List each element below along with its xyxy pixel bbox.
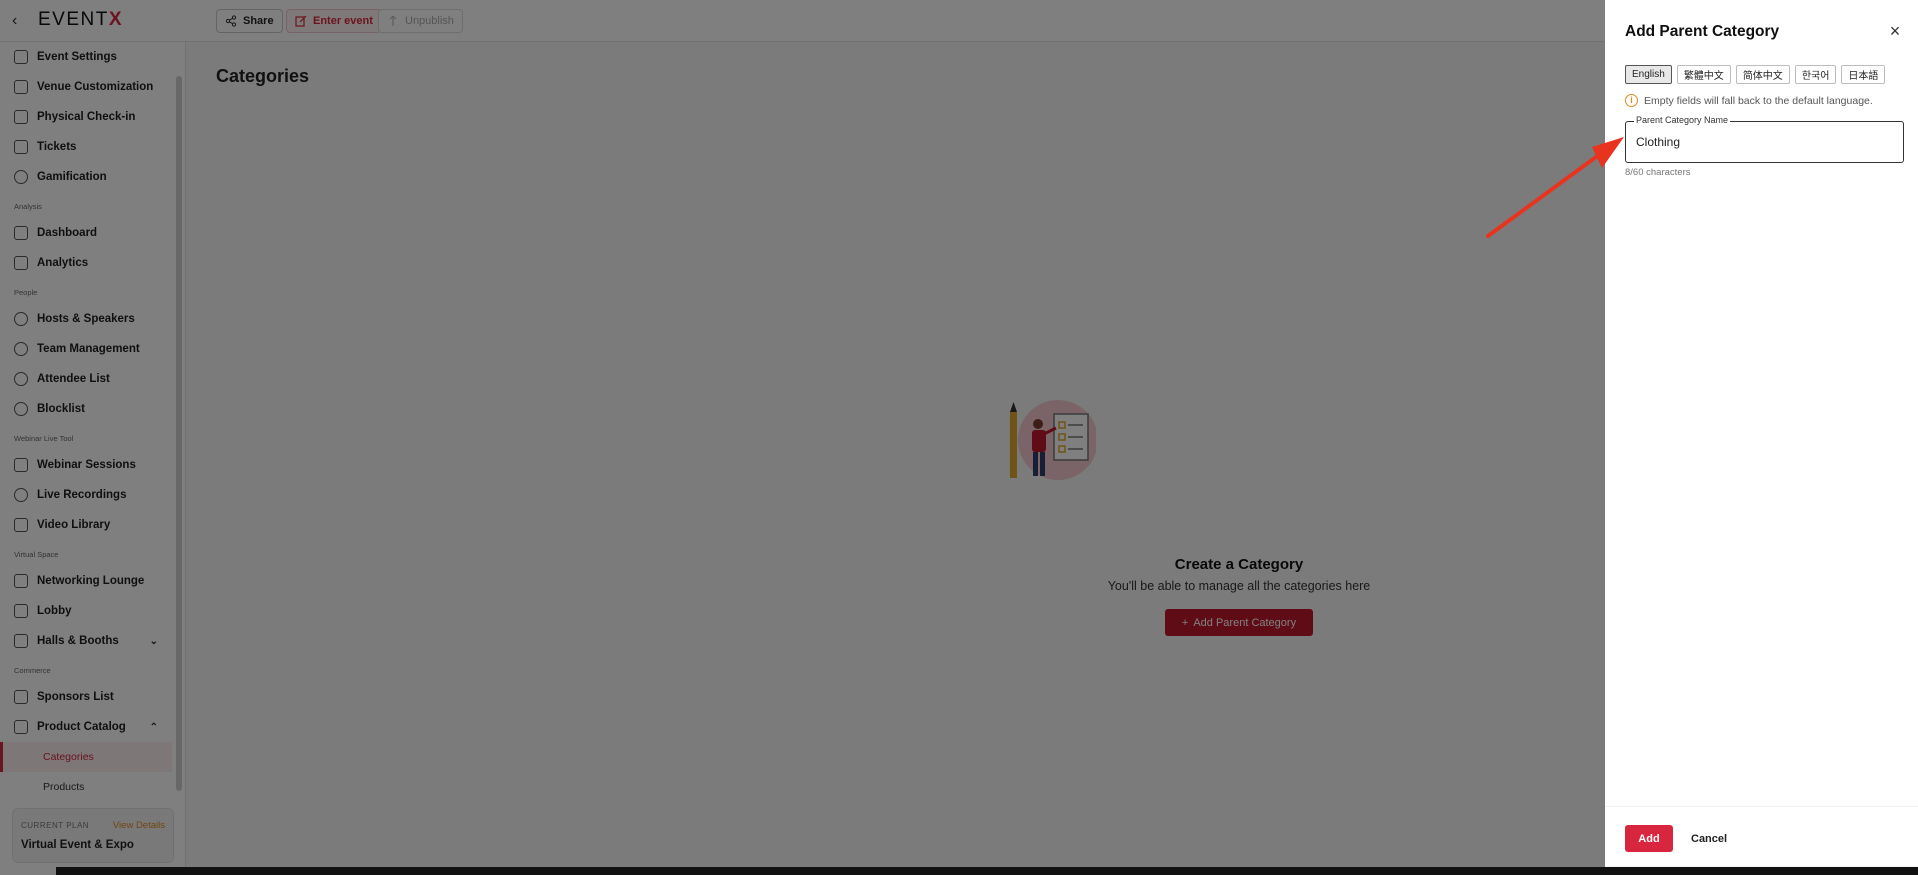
language-tabs: English 繁體中文 简体中文 한국어 日本語: [1625, 65, 1886, 84]
character-counter: 8/60 characters: [1625, 167, 1691, 178]
info-icon: i: [1625, 94, 1638, 107]
tab-japanese[interactable]: 日本語: [1841, 65, 1886, 84]
fallback-notice: i Empty fields will fall back to the def…: [1625, 94, 1873, 107]
cancel-button[interactable]: Cancel: [1683, 825, 1735, 852]
tab-korean[interactable]: 한국어: [1794, 65, 1837, 84]
notice-text: Empty fields will fall back to the defau…: [1644, 94, 1873, 107]
parent-category-name-field: Parent Category Name: [1625, 115, 1904, 163]
modal-overlay[interactable]: [0, 0, 1605, 875]
close-icon[interactable]: ×: [1886, 22, 1904, 40]
add-button[interactable]: Add: [1625, 825, 1673, 852]
tab-english[interactable]: English: [1625, 65, 1672, 84]
field-label: Parent Category Name: [1634, 115, 1731, 125]
tab-simplified-chinese[interactable]: 简体中文: [1735, 65, 1790, 84]
add-parent-category-drawer: Add Parent Category × English 繁體中文 简体中文 …: [1605, 0, 1918, 866]
drawer-title: Add Parent Category: [1625, 23, 1780, 40]
drawer-footer: Add Cancel: [1605, 806, 1918, 866]
parent-category-name-input[interactable]: [1636, 131, 1891, 153]
tab-traditional-chinese[interactable]: 繁體中文: [1676, 65, 1731, 84]
bottom-strip: [56, 867, 1918, 875]
